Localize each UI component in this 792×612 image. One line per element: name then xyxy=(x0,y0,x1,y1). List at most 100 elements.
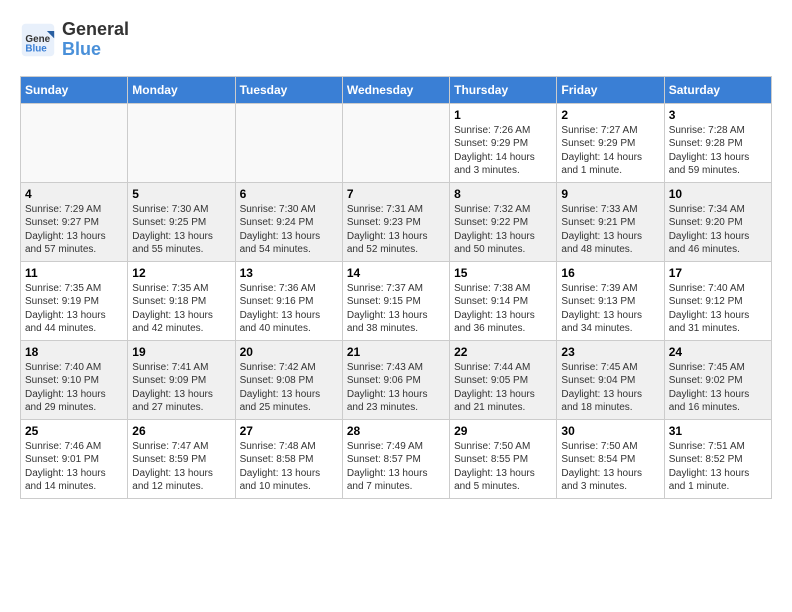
day-number: 25 xyxy=(25,424,123,438)
day-number: 11 xyxy=(25,266,123,280)
day-number: 3 xyxy=(669,108,767,122)
weekday-header-wednesday: Wednesday xyxy=(342,76,449,103)
calendar-day-31: 31 Sunrise: 7:51 AM Sunset: 8:52 PM Dayli… xyxy=(664,419,771,498)
day-info: Sunrise: 7:50 AM Sunset: 8:55 PM Dayligh… xyxy=(454,440,552,494)
calendar-day-6: 6 Sunrise: 7:30 AM Sunset: 9:24 PM Daylig… xyxy=(235,182,342,261)
calendar-day-24: 24 Sunrise: 7:45 AM Sunset: 9:02 PM Dayli… xyxy=(664,340,771,419)
day-info: Sunrise: 7:35 AM Sunset: 9:18 PM Dayligh… xyxy=(132,282,230,336)
day-info: Sunrise: 7:49 AM Sunset: 8:57 PM Dayligh… xyxy=(347,440,445,494)
day-info: Sunrise: 7:42 AM Sunset: 9:08 PM Dayligh… xyxy=(240,361,338,415)
calendar-day-12: 12 Sunrise: 7:35 AM Sunset: 9:18 PM Dayli… xyxy=(128,261,235,340)
weekday-header-sunday: Sunday xyxy=(21,76,128,103)
calendar-day-10: 10 Sunrise: 7:34 AM Sunset: 9:20 PM Dayli… xyxy=(664,182,771,261)
day-info: Sunrise: 7:34 AM Sunset: 9:20 PM Dayligh… xyxy=(669,203,767,257)
day-info: Sunrise: 7:47 AM Sunset: 8:59 PM Dayligh… xyxy=(132,440,230,494)
day-number: 31 xyxy=(669,424,767,438)
day-number: 28 xyxy=(347,424,445,438)
day-number: 13 xyxy=(240,266,338,280)
day-number: 9 xyxy=(561,187,659,201)
weekday-header-tuesday: Tuesday xyxy=(235,76,342,103)
day-number: 16 xyxy=(561,266,659,280)
weekday-header-row: SundayMondayTuesdayWednesdayThursdayFrid… xyxy=(21,76,772,103)
day-info: Sunrise: 7:45 AM Sunset: 9:02 PM Dayligh… xyxy=(669,361,767,415)
calendar-day-28: 28 Sunrise: 7:49 AM Sunset: 8:57 PM Dayli… xyxy=(342,419,449,498)
calendar-day-9: 9 Sunrise: 7:33 AM Sunset: 9:21 PM Daylig… xyxy=(557,182,664,261)
calendar-day-3: 3 Sunrise: 7:28 AM Sunset: 9:28 PM Daylig… xyxy=(664,103,771,182)
logo-icon: Gene Blue xyxy=(20,22,56,58)
day-number: 23 xyxy=(561,345,659,359)
day-info: Sunrise: 7:30 AM Sunset: 9:25 PM Dayligh… xyxy=(132,203,230,257)
day-info: Sunrise: 7:41 AM Sunset: 9:09 PM Dayligh… xyxy=(132,361,230,415)
day-number: 24 xyxy=(669,345,767,359)
calendar-day-15: 15 Sunrise: 7:38 AM Sunset: 9:14 PM Dayli… xyxy=(450,261,557,340)
day-info: Sunrise: 7:36 AM Sunset: 9:16 PM Dayligh… xyxy=(240,282,338,336)
day-info: Sunrise: 7:33 AM Sunset: 9:21 PM Dayligh… xyxy=(561,203,659,257)
day-number: 18 xyxy=(25,345,123,359)
calendar-day-22: 22 Sunrise: 7:44 AM Sunset: 9:05 PM Dayli… xyxy=(450,340,557,419)
day-info: Sunrise: 7:40 AM Sunset: 9:12 PM Dayligh… xyxy=(669,282,767,336)
day-number: 2 xyxy=(561,108,659,122)
day-number: 8 xyxy=(454,187,552,201)
calendar-empty-cell xyxy=(235,103,342,182)
calendar-week-row: 18 Sunrise: 7:40 AM Sunset: 9:10 PM Dayli… xyxy=(21,340,772,419)
day-number: 10 xyxy=(669,187,767,201)
calendar-day-26: 26 Sunrise: 7:47 AM Sunset: 8:59 PM Dayli… xyxy=(128,419,235,498)
day-info: Sunrise: 7:28 AM Sunset: 9:28 PM Dayligh… xyxy=(669,124,767,178)
calendar-day-2: 2Sunrise: 7:27 AM Sunset: 9:29 PM Daylig… xyxy=(557,103,664,182)
calendar-week-row: 25Sunrise: 7:46 AM Sunset: 9:01 PM Dayli… xyxy=(21,419,772,498)
day-number: 30 xyxy=(561,424,659,438)
calendar-table: SundayMondayTuesdayWednesdayThursdayFrid… xyxy=(20,76,772,499)
day-number: 17 xyxy=(669,266,767,280)
page-header: Gene Blue General Blue xyxy=(20,20,772,60)
day-info: Sunrise: 7:38 AM Sunset: 9:14 PM Dayligh… xyxy=(454,282,552,336)
calendar-day-25: 25Sunrise: 7:46 AM Sunset: 9:01 PM Dayli… xyxy=(21,419,128,498)
day-number: 26 xyxy=(132,424,230,438)
day-info: Sunrise: 7:45 AM Sunset: 9:04 PM Dayligh… xyxy=(561,361,659,415)
calendar-day-7: 7Sunrise: 7:31 AM Sunset: 9:23 PM Daylig… xyxy=(342,182,449,261)
calendar-day-5: 5Sunrise: 7:30 AM Sunset: 9:25 PM Daylig… xyxy=(128,182,235,261)
day-info: Sunrise: 7:48 AM Sunset: 8:58 PM Dayligh… xyxy=(240,440,338,494)
weekday-header-thursday: Thursday xyxy=(450,76,557,103)
day-number: 22 xyxy=(454,345,552,359)
day-info: Sunrise: 7:51 AM Sunset: 8:52 PM Dayligh… xyxy=(669,440,767,494)
day-info: Sunrise: 7:35 AM Sunset: 9:19 PM Dayligh… xyxy=(25,282,123,336)
day-info: Sunrise: 7:26 AM Sunset: 9:29 PM Dayligh… xyxy=(454,124,552,178)
day-info: Sunrise: 7:30 AM Sunset: 9:24 PM Dayligh… xyxy=(240,203,338,257)
calendar-day-4: 4 Sunrise: 7:29 AM Sunset: 9:27 PM Daylig… xyxy=(21,182,128,261)
day-info: Sunrise: 7:29 AM Sunset: 9:27 PM Dayligh… xyxy=(25,203,123,257)
weekday-header-saturday: Saturday xyxy=(664,76,771,103)
calendar-empty-cell xyxy=(128,103,235,182)
day-info: Sunrise: 7:32 AM Sunset: 9:22 PM Dayligh… xyxy=(454,203,552,257)
calendar-week-row: 11 Sunrise: 7:35 AM Sunset: 9:19 PM Dayli… xyxy=(21,261,772,340)
day-info: Sunrise: 7:43 AM Sunset: 9:06 PM Dayligh… xyxy=(347,361,445,415)
day-number: 7 xyxy=(347,187,445,201)
day-number: 20 xyxy=(240,345,338,359)
calendar-day-11: 11 Sunrise: 7:35 AM Sunset: 9:19 PM Dayli… xyxy=(21,261,128,340)
day-info: Sunrise: 7:37 AM Sunset: 9:15 PM Dayligh… xyxy=(347,282,445,336)
day-info: Sunrise: 7:44 AM Sunset: 9:05 PM Dayligh… xyxy=(454,361,552,415)
day-info: Sunrise: 7:40 AM Sunset: 9:10 PM Dayligh… xyxy=(25,361,123,415)
day-number: 4 xyxy=(25,187,123,201)
calendar-day-27: 27 Sunrise: 7:48 AM Sunset: 8:58 PM Dayli… xyxy=(235,419,342,498)
day-number: 15 xyxy=(454,266,552,280)
weekday-header-friday: Friday xyxy=(557,76,664,103)
calendar-day-16: 16Sunrise: 7:39 AM Sunset: 9:13 PM Dayli… xyxy=(557,261,664,340)
svg-text:Blue: Blue xyxy=(25,43,47,54)
calendar-day-14: 14 Sunrise: 7:37 AM Sunset: 9:15 PM Dayli… xyxy=(342,261,449,340)
day-number: 14 xyxy=(347,266,445,280)
calendar-day-29: 29Sunrise: 7:50 AM Sunset: 8:55 PM Dayli… xyxy=(450,419,557,498)
day-number: 19 xyxy=(132,345,230,359)
calendar-day-30: 30Sunrise: 7:50 AM Sunset: 8:54 PM Dayli… xyxy=(557,419,664,498)
day-number: 6 xyxy=(240,187,338,201)
calendar-day-18: 18 Sunrise: 7:40 AM Sunset: 9:10 PM Dayli… xyxy=(21,340,128,419)
day-number: 12 xyxy=(132,266,230,280)
logo-text: General Blue xyxy=(62,20,129,60)
calendar-day-19: 19 Sunrise: 7:41 AM Sunset: 9:09 PM Dayli… xyxy=(128,340,235,419)
calendar-day-20: 20 Sunrise: 7:42 AM Sunset: 9:08 PM Dayli… xyxy=(235,340,342,419)
calendar-week-row: 4 Sunrise: 7:29 AM Sunset: 9:27 PM Daylig… xyxy=(21,182,772,261)
calendar-empty-cell xyxy=(21,103,128,182)
calendar-week-row: 1Sunrise: 7:26 AM Sunset: 9:29 PM Daylig… xyxy=(21,103,772,182)
calendar-day-1: 1Sunrise: 7:26 AM Sunset: 9:29 PM Daylig… xyxy=(450,103,557,182)
day-number: 27 xyxy=(240,424,338,438)
calendar-empty-cell xyxy=(342,103,449,182)
